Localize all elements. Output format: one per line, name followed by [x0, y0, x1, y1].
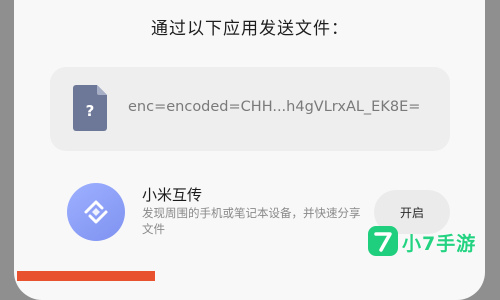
watermark-text: 小7手游 — [402, 233, 477, 255]
watermark-logo-icon — [368, 226, 398, 256]
app-name: 小米互传 — [142, 186, 203, 204]
file-name: enc=encoded=CHH...h4gVLrxAL_EK8E= — [128, 99, 421, 115]
document-unknown-icon: ? — [73, 85, 107, 131]
mi-share-icon[interactable] — [67, 183, 125, 241]
app-description: 发现周围的手机或笔记本设备，并快速分享文件 — [142, 206, 361, 236]
svg-text:?: ? — [86, 102, 95, 120]
bottom-accent-bar — [17, 271, 155, 281]
file-card: ? enc=encoded=CHH...h4gVLrxAL_EK8E= — [50, 67, 450, 151]
share-sheet-title: 通过以下应用发送文件： — [151, 19, 349, 39]
